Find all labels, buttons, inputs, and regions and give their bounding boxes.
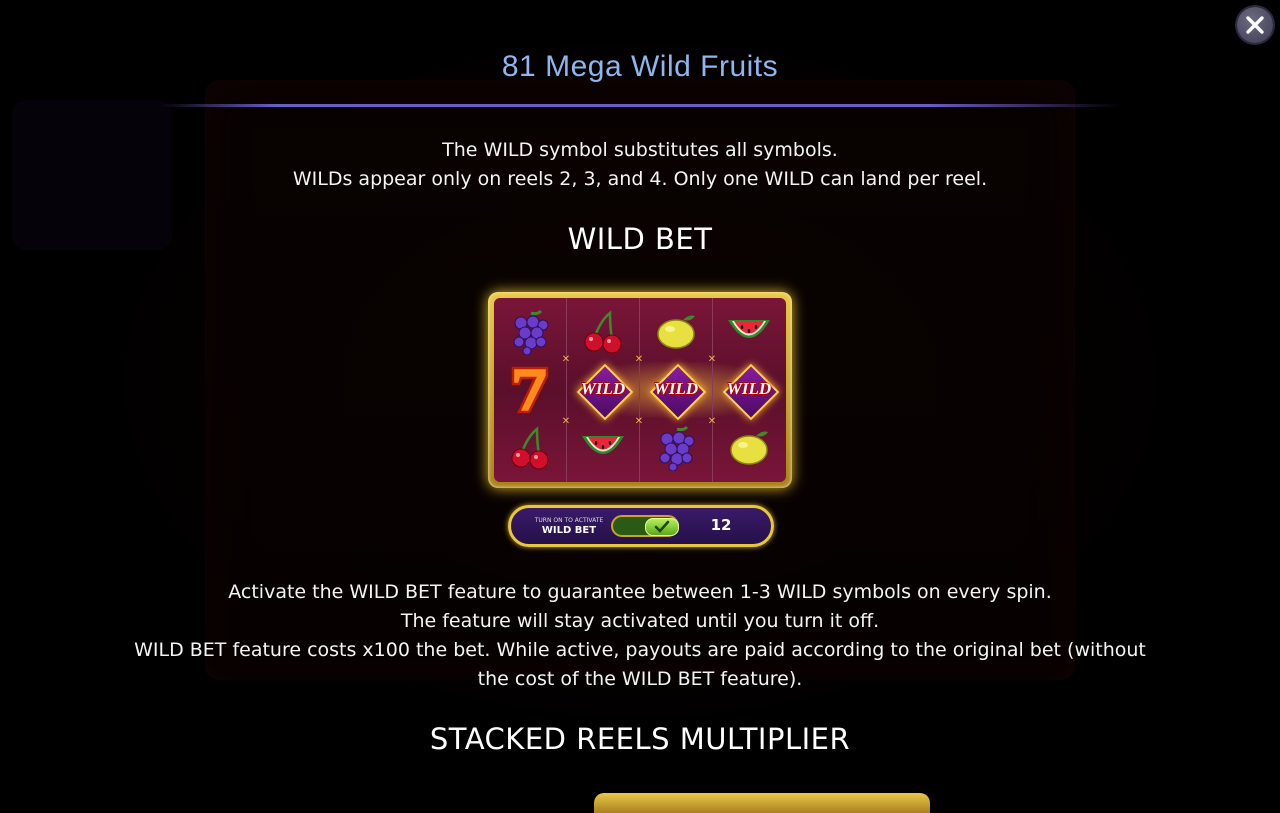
x-mark-icon: ✕ <box>561 416 571 427</box>
wild-bet-heading: WILD BET <box>567 222 713 256</box>
wild-bet-description: Activate the WILD BET feature to guarant… <box>0 578 1280 694</box>
description-line: WILD BET feature costs x100 the bet. Whi… <box>134 639 1146 661</box>
wild-bet-value: 12 <box>710 516 732 534</box>
wild-symbol: WILD <box>573 362 634 421</box>
wild-bet-big-label: WILD BET <box>541 525 597 536</box>
x-mark-icon: ✕ <box>634 354 644 365</box>
wild-label: WILD <box>653 379 699 398</box>
title-divider <box>160 104 1120 107</box>
cherry-icon <box>500 420 560 476</box>
check-icon <box>654 520 670 533</box>
page-title: 81 Mega Wild Fruits <box>501 50 779 83</box>
reel-3: WILD <box>640 298 712 482</box>
x-mark-icon: ✕ <box>707 354 717 365</box>
toggle-knob <box>645 518 679 536</box>
seven-icon <box>500 362 560 418</box>
x-mark-icon: ✕ <box>634 416 644 427</box>
close-icon <box>1246 16 1264 34</box>
lemon-icon <box>646 304 706 360</box>
wild-bet-toggle <box>611 515 679 537</box>
wild-label: WILD <box>726 379 772 398</box>
wild-intro-text: The WILD symbol substitutes all symbols.… <box>0 136 1280 194</box>
wild-bet-small-label: TURN ON TO ACTIVATE <box>534 517 604 524</box>
lemon-icon <box>719 420 779 476</box>
wild-intro-line: WILDs appear only on reels 2, 3, and 4. … <box>292 168 988 190</box>
description-line: Activate the WILD BET feature to guarant… <box>228 581 1052 603</box>
description-line: The feature will stay activated until yo… <box>400 610 880 632</box>
wild-bet-widget-preview: TURN ON TO ACTIVATE WILD BET 12 <box>508 505 774 547</box>
next-section-image-edge <box>594 793 930 813</box>
watermelon-icon <box>573 420 633 476</box>
x-mark-icon: ✕ <box>707 416 717 427</box>
reel-1 <box>494 298 566 482</box>
description-line: the cost of the WILD BET feature). <box>477 668 803 690</box>
reel-grid: WILD WILD WILD ✕ ✕ ✕ ✕ ✕ ✕ <box>494 298 786 482</box>
grapes-icon <box>646 420 706 476</box>
cherry-icon <box>573 304 633 360</box>
watermelon-icon <box>719 304 779 360</box>
wild-symbol: WILD <box>719 362 780 421</box>
wild-symbol: WILD <box>646 362 707 421</box>
grapes-icon <box>500 304 560 360</box>
close-button[interactable] <box>1237 7 1273 43</box>
reel-4: WILD <box>713 298 785 482</box>
stacked-reels-heading: STACKED REELS MULTIPLIER <box>429 722 851 756</box>
wild-bet-reel-preview: WILD WILD WILD ✕ ✕ ✕ ✕ ✕ ✕ <box>488 292 792 488</box>
wild-label: WILD <box>580 379 626 398</box>
wild-intro-line: The WILD symbol substitutes all symbols. <box>442 139 838 161</box>
x-mark-icon: ✕ <box>561 354 571 365</box>
reel-2: WILD <box>567 298 639 482</box>
